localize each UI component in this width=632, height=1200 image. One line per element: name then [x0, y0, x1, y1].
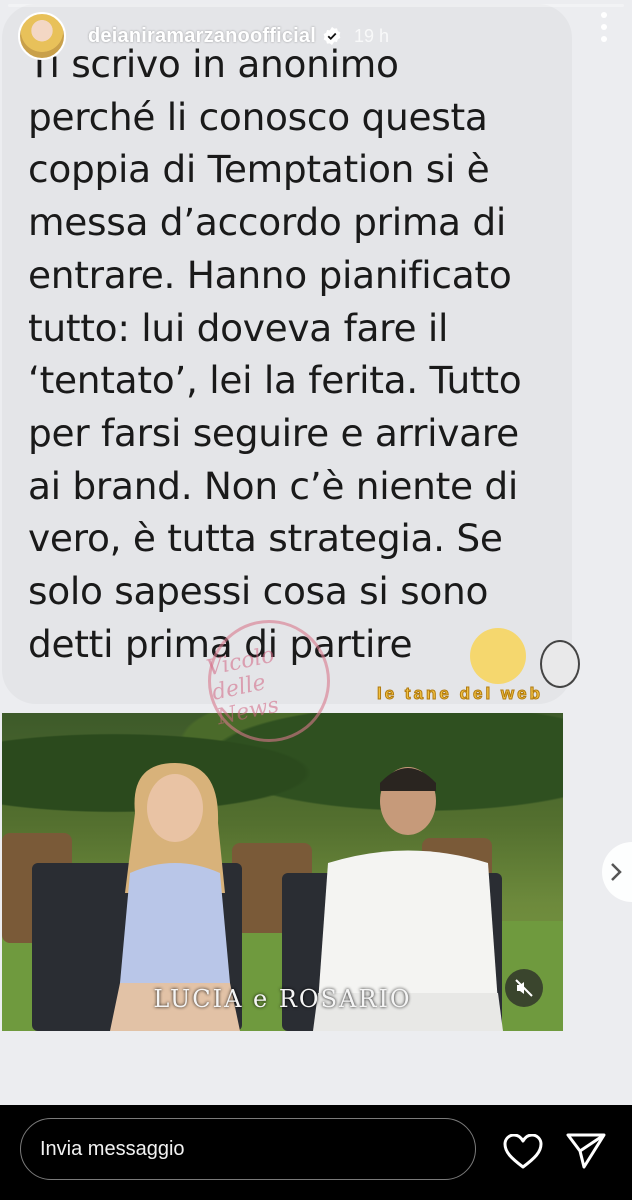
story-content: Ti scrivo in anonimo perché li conosco q…	[0, 0, 632, 1105]
post-time: 19 h	[354, 25, 390, 46]
heart-icon[interactable]	[503, 1134, 543, 1170]
watermark-face-icon	[470, 628, 526, 684]
message-input-placeholder: Invia messaggio	[40, 1137, 185, 1160]
watermark-face-icon	[540, 640, 580, 688]
video-caption: LUCIA e ROSARIO	[153, 985, 412, 1013]
mute-button[interactable]	[505, 969, 543, 1007]
mute-icon	[515, 979, 533, 997]
username[interactable]: deianiramarzanoofficial	[88, 25, 316, 48]
story-progress-bar	[8, 4, 624, 7]
message-bubble: Ti scrivo in anonimo perché li conosco q…	[2, 4, 572, 704]
avatar[interactable]	[18, 12, 66, 60]
message-text: Ti scrivo in anonimo perché li conosco q…	[28, 42, 522, 666]
more-icon[interactable]	[600, 10, 608, 44]
video-clip[interactable]: LUCIA e ROSARIO	[2, 713, 563, 1031]
message-input[interactable]: Invia messaggio	[20, 1118, 476, 1180]
story-header: deianiramarzanoofficial 19 h	[18, 10, 622, 62]
send-icon[interactable]	[566, 1133, 606, 1169]
reply-bar: Invia messaggio	[0, 1105, 632, 1200]
verified-badge-icon	[323, 26, 341, 46]
chevron-right-icon[interactable]	[602, 842, 632, 902]
watermark-banner: le tane del web	[377, 684, 543, 704]
